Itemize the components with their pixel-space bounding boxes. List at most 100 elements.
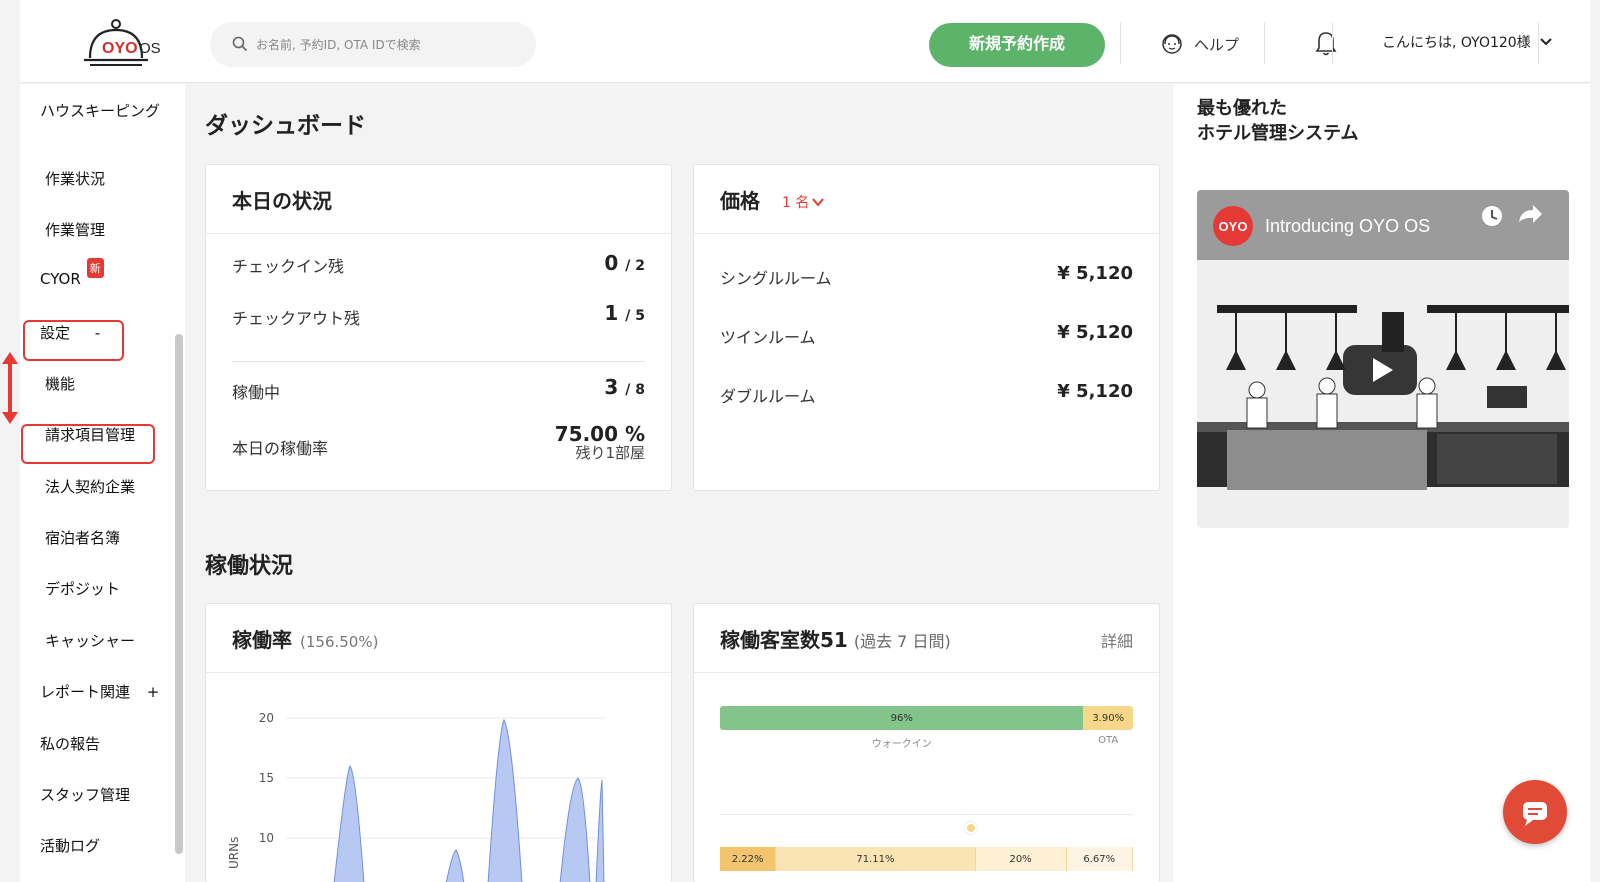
row-value-total: / 5 <box>625 308 645 324</box>
divider <box>720 814 1133 815</box>
sidebar-item-work-management[interactable]: 作業管理 <box>45 219 105 240</box>
page-title: ダッシュボード <box>205 113 366 139</box>
section-title: 稼働状況 <box>205 554 294 579</box>
checkout-remaining-label: チェックアウト残 <box>232 309 361 328</box>
occupancy-rate-card: 稼働率 (156.50%) 20 15 10 URNs <box>205 603 672 882</box>
help-label: ヘルプ <box>1194 35 1240 54</box>
bar-segment-label: 20% <box>1009 853 1032 865</box>
occupancy-rate-value: 75.00 % 残り1部屋 <box>555 423 645 461</box>
card-header: 稼働率 (156.50%) <box>232 624 378 653</box>
room-type-label: ダブルルーム <box>720 387 816 406</box>
occupied-rooms-card: 稼働客室数51 (過去 7 日間) 詳細 96% 3.90% ウォークイン OTA … <box>693 603 1160 882</box>
sidebar-item-features[interactable]: 機能 <box>45 373 75 394</box>
room-price: ¥ 5,120 <box>1057 381 1133 402</box>
sidebar-item-corporate-clients[interactable]: 法人契約企業 <box>45 476 135 497</box>
search-input[interactable] <box>256 22 526 67</box>
occupancy-percent: 75.00 % <box>554 422 645 446</box>
bar-segment: 20% <box>975 847 1067 871</box>
card-header: 稼働客室数51 (過去 7 日間) <box>720 624 951 653</box>
sidebar-item-guest-register[interactable]: 宿泊者名簿 <box>45 527 120 548</box>
divider <box>1120 22 1121 64</box>
search-icon <box>232 36 248 52</box>
sidebar-item-staff-management[interactable]: スタッフ管理 <box>40 784 130 805</box>
checkin-remaining-value: 0 / 2 <box>604 251 645 275</box>
bar-segment: 96% <box>720 706 1084 730</box>
sidebar-item-housekeeping[interactable]: ハウスキーピング <box>40 100 160 122</box>
user-menu[interactable]: こんにちは, OYO120様 <box>1382 32 1553 52</box>
y-axis-label: URNs <box>227 837 241 869</box>
divider <box>1538 22 1539 64</box>
logo-os-text: OS <box>139 40 161 57</box>
bar-segment-label: 2.22% <box>731 853 764 865</box>
chat-button[interactable] <box>1503 780 1567 844</box>
y-tick-label: 20 <box>259 711 274 725</box>
y-tick-label: 15 <box>259 771 274 785</box>
channel-stacked-bar: 96% 3.90% <box>720 706 1133 730</box>
greeting-text: こんにちは, OYO120様 <box>1382 35 1531 51</box>
video-thumbnail: OYO Introducing OYO OS <box>1197 190 1569 528</box>
guest-count-select[interactable]: 1 名 <box>782 192 825 212</box>
expand-toggle: + <box>146 683 160 701</box>
divider <box>1332 22 1333 64</box>
room-price: ¥ 5,120 <box>1057 322 1133 343</box>
channel-avatar-text: OYO <box>1219 219 1248 234</box>
notification-bell-icon[interactable] <box>1314 30 1338 58</box>
top-header: OYO OS 新規予約作成 ヘルプ こんにちは, OYO120様 <box>20 0 1590 83</box>
sidebar-item-deposit[interactable]: デポジット <box>45 578 120 599</box>
card-title: 本日の状況 <box>232 189 332 213</box>
help-link[interactable]: ヘルプ <box>1160 30 1239 58</box>
sidebar-item-label: レポート関連 <box>40 683 131 701</box>
bar-segment-label: 96% <box>890 712 913 724</box>
occupancy-area-chart: 20 15 10 URNs <box>227 711 606 882</box>
checkout-remaining-value: 1 / 5 <box>604 301 645 325</box>
row-value-total: / 2 <box>625 258 645 274</box>
intro-video[interactable]: OYO Introducing OYO OS <box>1197 190 1569 528</box>
new-booking-button[interactable]: 新規予約作成 <box>929 23 1105 67</box>
card-title: 価格 <box>720 189 760 213</box>
rooms-left: 残り1部屋 <box>575 444 645 462</box>
row-value-number: 0 <box>604 251 619 275</box>
bar-segment: 2.22% <box>720 847 777 871</box>
sidebar-item-cashier[interactable]: キャッシャー <box>45 630 135 651</box>
row-value-number: 1 <box>604 301 619 325</box>
double-arrow-icon <box>2 352 18 424</box>
video-title: Introducing OYO OS <box>1265 216 1430 236</box>
bar-segment-label: 6.67% <box>1083 853 1116 865</box>
promo-line-1: 最も優れた <box>1197 98 1287 119</box>
area-peak <box>487 718 523 882</box>
sidebar-item-my-reports[interactable]: 私の報告 <box>40 733 100 754</box>
chevron-down-icon <box>1539 38 1552 46</box>
area-peak <box>595 779 605 882</box>
in-use-value: 3 / 8 <box>604 375 645 399</box>
occupancy-rate-label: 本日の稼働率 <box>232 439 329 458</box>
detail-link[interactable]: 詳細 <box>1101 628 1133 652</box>
sidebar-item-activity-log[interactable]: 活動ログ <box>40 835 100 856</box>
sidebar-item-label: CYOR <box>40 270 81 288</box>
search-box <box>210 22 536 67</box>
occupancy-percent: (156.50%) <box>300 633 379 651</box>
sidebar-item-reports[interactable]: レポート関連 + <box>40 681 159 702</box>
sidebar: ハウスキーピング 作業状況 作業管理 CYOR新 設定 - 機能 請求項目管理 … <box>20 84 185 882</box>
row-value-total: / 8 <box>625 382 645 398</box>
divider <box>206 672 671 673</box>
area-peak <box>559 777 591 882</box>
support-agent-icon <box>1162 34 1182 54</box>
divider <box>694 233 1159 234</box>
bar-segment-label: 3.90% <box>1092 712 1125 724</box>
area-peak <box>333 765 365 882</box>
room-type-label: シングルルーム <box>720 269 832 288</box>
bar-segment: 6.67% <box>1066 847 1133 871</box>
bar-segment-label: 71.11% <box>856 853 895 865</box>
chevron-down-icon <box>812 197 825 207</box>
highlight-box <box>23 320 124 361</box>
room-type-label: ツインルーム <box>720 328 816 347</box>
right-panel: 最も優れた ホテル管理システム OYO Introducing OYO OS <box>1173 84 1590 882</box>
in-use-label: 稼働中 <box>232 383 281 402</box>
sidebar-item-work-status[interactable]: 作業状況 <box>45 168 105 189</box>
divider <box>232 361 645 362</box>
sidebar-scrollbar[interactable] <box>175 334 183 854</box>
row-value-number: 3 <box>604 375 619 399</box>
divider <box>694 672 1159 673</box>
bar-segment-caption: OTA <box>1098 735 1119 746</box>
sidebar-item-cyor[interactable]: CYOR 新 <box>40 258 104 290</box>
